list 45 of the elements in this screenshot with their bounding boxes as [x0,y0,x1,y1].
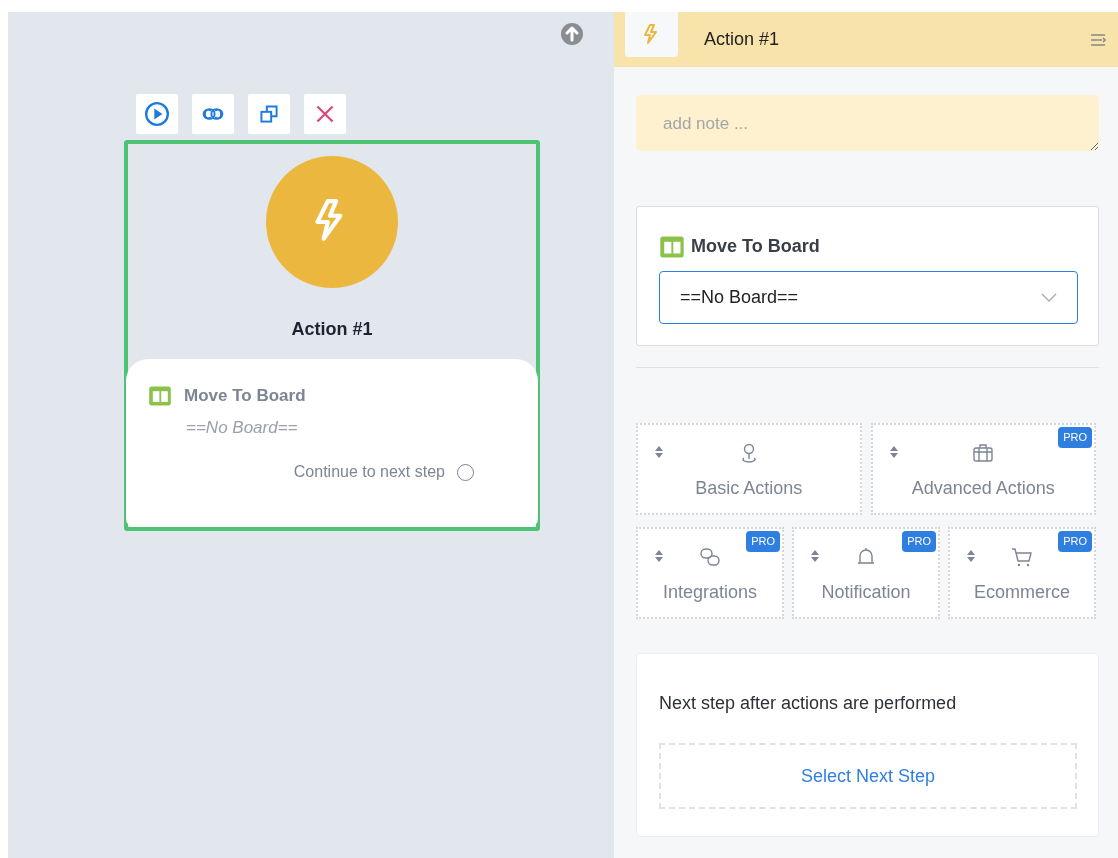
category-label: Notification [821,581,911,604]
category-label: Basic Actions [695,477,803,500]
continue-label: Continue to next step [293,462,445,482]
copy-button[interactable] [248,94,290,134]
chevron-down-icon [1041,292,1057,303]
category-tile[interactable]: PRO Ecommerce [948,527,1096,619]
sort-icon [654,445,664,459]
play-icon [144,101,170,127]
note-field[interactable]: add note ... [636,95,1099,151]
category-tile[interactable]: PRO Integrations [636,527,784,619]
play-button[interactable] [136,94,178,134]
pro-badge: PRO [746,531,780,552]
cart-icon [1010,545,1034,569]
pro-badge: PRO [902,531,936,552]
board-label: Move To Board [691,235,820,258]
radio-button[interactable] [457,463,474,481]
category-label: Ecommerce [974,581,1070,604]
board-select[interactable]: ==No Board== [659,271,1078,324]
sort-icon [966,549,976,563]
select-next-step-button[interactable]: Select Next Step [659,743,1077,809]
pro-badge: PRO [1058,531,1092,552]
arrow-up-icon[interactable] [560,22,584,46]
category-tile[interactable]: Basic Actions [636,423,862,515]
sort-icon [888,445,899,459]
action-node[interactable]: Action #1 Move To Board ==No Board== Continue to next step [124,140,540,531]
link-button[interactable] [192,94,234,134]
category-label: Integrations [662,581,758,604]
link-icon [698,545,722,569]
action-label: Move To Board [184,385,306,407]
category-tile[interactable]: PRO Notification [792,527,940,619]
lightning-icon [625,12,678,57]
briefcase-icon [971,441,996,465]
panel-title: Action #1 [704,28,780,51]
board-icon [148,384,172,407]
close-button[interactable] [304,94,346,134]
board-icon [659,234,685,259]
sort-icon [810,549,820,563]
category-label: Advanced Actions [911,477,1055,500]
sort-icon [654,549,664,563]
category-tile[interactable]: PRO Advanced Actions [870,423,1096,515]
next-step-label: Next step after actions are performed [659,692,958,715]
menu-icon[interactable] [1090,32,1106,47]
node-title: Action #1 [291,318,373,341]
pro-badge: PRO [1058,427,1092,448]
action-value: ==No Board== [186,416,299,439]
